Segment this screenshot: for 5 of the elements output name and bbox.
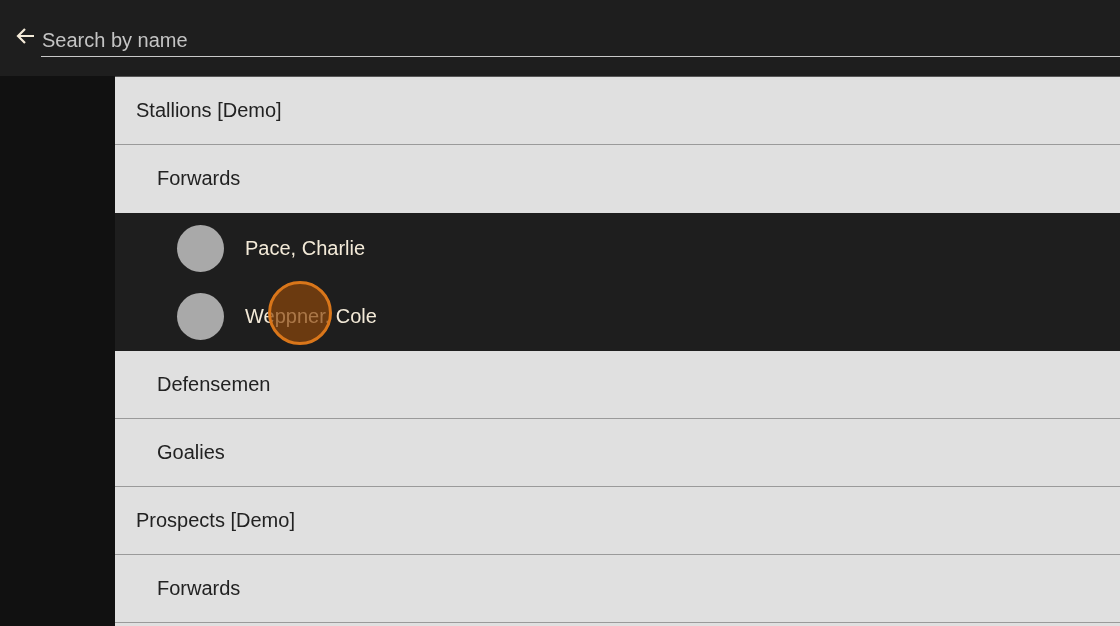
search-field[interactable]: Search by name — [41, 25, 1120, 57]
player-name[interactable]: Weppner, Cole — [245, 304, 377, 328]
avatar-placeholder — [177, 224, 224, 272]
avatar-placeholder — [177, 292, 224, 340]
player-name[interactable]: Pace, Charlie — [245, 236, 366, 260]
